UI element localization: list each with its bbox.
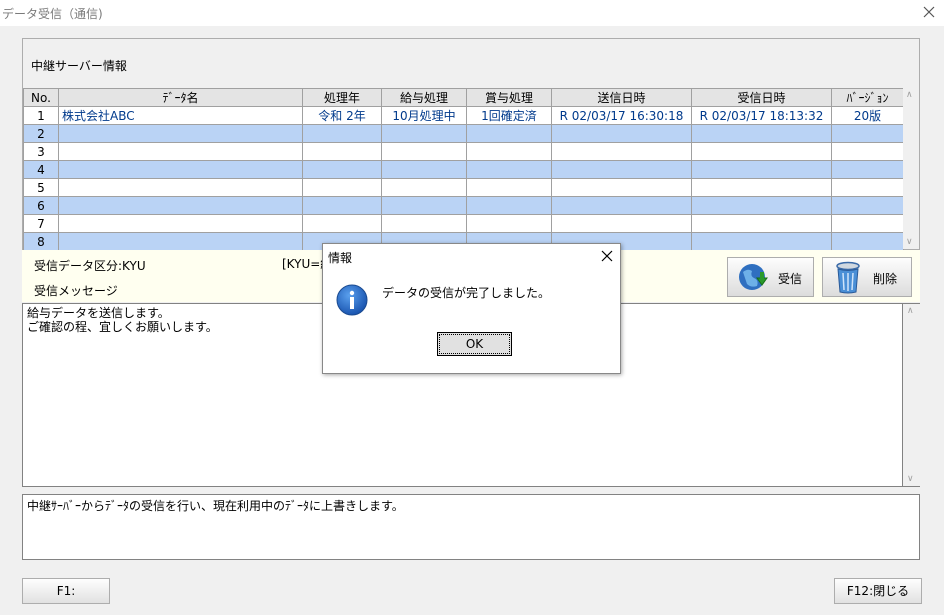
row-no: 5 xyxy=(23,178,59,197)
row-no: 4 xyxy=(23,160,59,179)
table-row[interactable]: 1 株式会社ABC 令和 2年 10月処理中 1回確定済 R 02/03/17 … xyxy=(23,106,904,125)
row-no: 7 xyxy=(23,214,59,233)
close-icon[interactable] xyxy=(600,249,614,263)
window-title: データ受信（通信) xyxy=(2,7,103,21)
row-no: 3 xyxy=(23,142,59,161)
row-no: 2 xyxy=(23,124,59,143)
grid-header: No. ﾃﾞｰﾀ名 処理年 給与処理 賞与処理 送信日時 受信日時 ﾊﾞｰｼﾞｮ… xyxy=(23,88,904,107)
grid-scrollbar[interactable]: ∧ ∨ xyxy=(903,88,919,249)
table-row[interactable]: 7 xyxy=(23,214,904,233)
ok-label: OK xyxy=(439,334,510,354)
close-f12-button[interactable]: F12:閉じる xyxy=(834,578,922,604)
table-row[interactable]: 2 xyxy=(23,124,904,143)
col-header-name: ﾃﾞｰﾀ名 xyxy=(58,88,303,107)
dialog-message: データの受信が完了しました。 xyxy=(382,286,551,300)
row-salary: 10月処理中 xyxy=(381,106,467,125)
title-bar: データ受信（通信) xyxy=(0,0,944,26)
col-header-received: 受信日時 xyxy=(691,88,832,107)
description-box: 中継ｻｰﾊﾞｰからﾃﾞｰﾀの受信を行い、現在利用中のﾃﾞｰﾀに上書きします。 xyxy=(22,494,920,560)
info-icon xyxy=(336,284,368,319)
col-header-version: ﾊﾞｰｼﾞｮﾝ xyxy=(831,88,904,107)
close-icon[interactable] xyxy=(920,3,938,21)
description-text: 中継ｻｰﾊﾞｰからﾃﾞｰﾀの受信を行い、現在利用中のﾃﾞｰﾀに上書きします。 xyxy=(27,499,404,513)
row-no: 8 xyxy=(23,232,59,251)
table-row[interactable]: 5 xyxy=(23,178,904,197)
delete-button[interactable]: 削除 xyxy=(822,257,912,297)
dialog-title: 情報 xyxy=(328,251,353,265)
row-no: 6 xyxy=(23,196,59,215)
message-label: 受信メッセージ xyxy=(34,284,118,298)
row-no: 1 xyxy=(23,106,59,125)
row-received: R 02/03/17 18:13:32 xyxy=(691,106,832,125)
scroll-up-icon[interactable]: ∧ xyxy=(907,306,914,316)
info-dialog: 情報 データの受信が完了しました。 OK xyxy=(322,243,621,374)
row-name: 株式会社ABC xyxy=(58,106,303,125)
data-grid: No. ﾃﾞｰﾀ名 処理年 給与処理 賞与処理 送信日時 受信日時 ﾊﾞｰｼﾞｮ… xyxy=(23,88,904,251)
col-header-no: No. xyxy=(23,88,59,107)
dialog-body: データの受信が完了しました。 OK xyxy=(323,269,620,373)
globe-download-icon xyxy=(737,262,769,297)
scroll-up-icon[interactable]: ∧ xyxy=(906,90,913,100)
f1-button[interactable]: F1: xyxy=(22,578,110,604)
row-bonus: 1回確定済 xyxy=(466,106,552,125)
dialog-header: 情報 xyxy=(323,244,620,269)
table-row[interactable]: 3 xyxy=(23,142,904,161)
table-row[interactable]: 6 xyxy=(23,196,904,215)
table-row[interactable]: 4 xyxy=(23,160,904,179)
col-header-year: 処理年 xyxy=(302,88,382,107)
receive-label: 受信 xyxy=(778,272,803,286)
col-header-bonus: 賞与処理 xyxy=(466,88,552,107)
panel-title: 中継サーバー情報 xyxy=(31,59,127,73)
message-scrollbar[interactable]: ∧ ∨ xyxy=(903,303,920,487)
scroll-down-icon[interactable]: ∨ xyxy=(907,474,914,484)
receive-button[interactable]: 受信 xyxy=(727,257,814,297)
scroll-down-icon[interactable]: ∨ xyxy=(906,237,913,247)
ok-button[interactable]: OK xyxy=(437,332,512,356)
col-header-salary: 給与処理 xyxy=(381,88,467,107)
data-type-label: 受信データ区分:KYU xyxy=(34,259,146,273)
trash-icon xyxy=(834,261,862,297)
row-version: 20版 xyxy=(831,106,904,125)
delete-label: 削除 xyxy=(873,272,898,286)
row-year: 令和 2年 xyxy=(302,106,382,125)
col-header-sent: 送信日時 xyxy=(551,88,692,107)
row-sent: R 02/03/17 16:30:18 xyxy=(551,106,692,125)
